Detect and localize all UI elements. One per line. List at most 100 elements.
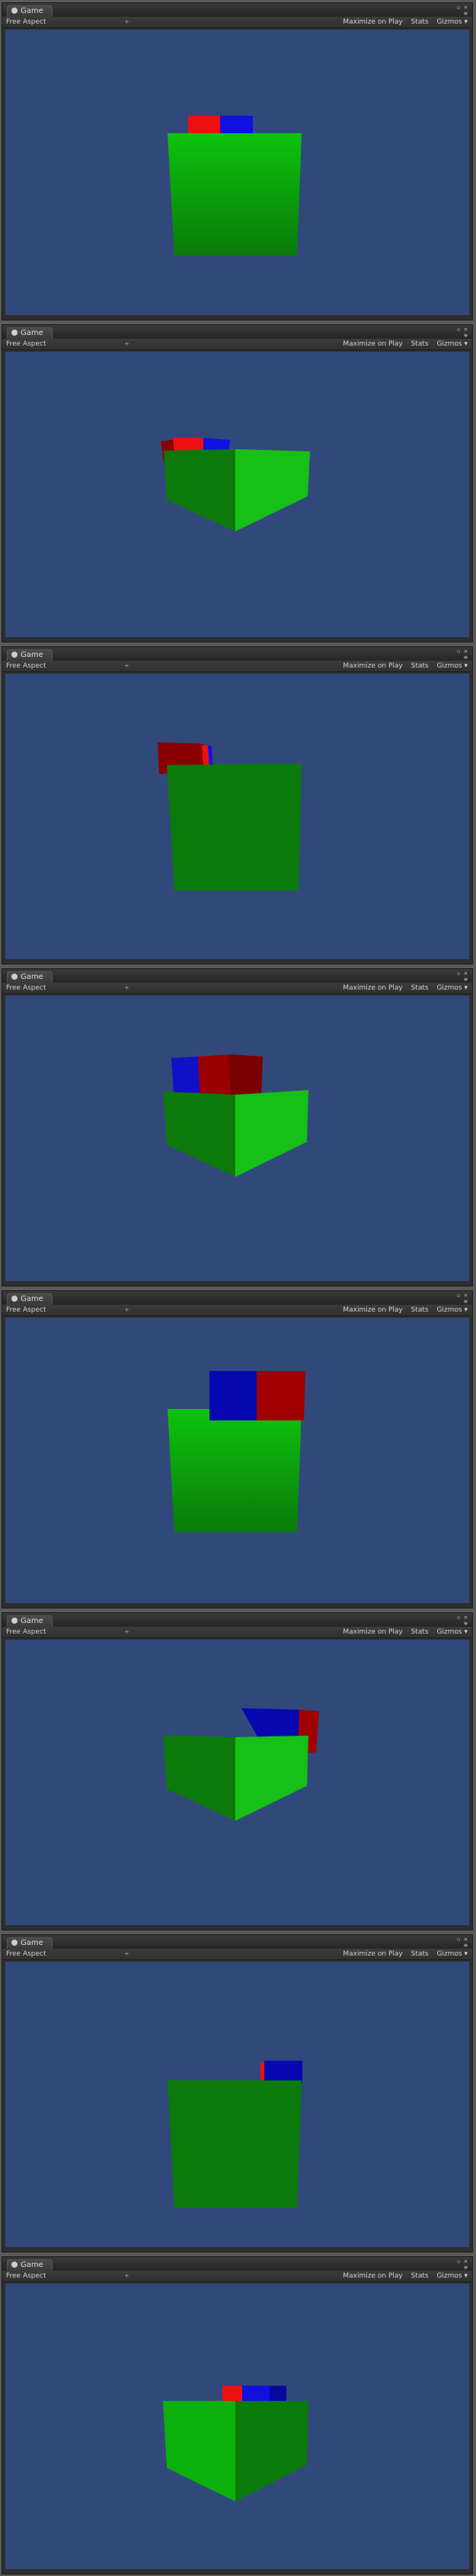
red-block (260, 2062, 264, 2082)
game-toolbar: Free Aspect ÷ Maximize on Play Stats Giz… (2, 661, 472, 672)
aspect-dropdown[interactable]: Free Aspect (6, 2271, 46, 2281)
window-menu-icon[interactable]: ▫ ✕ ≡ (457, 1293, 468, 1305)
maximize-on-play-button[interactable]: Maximize on Play (343, 2272, 402, 2280)
game-view-panel: Game ▫ ✕ ≡ Free Aspect ÷ Maximize on Play… (2, 1612, 473, 1930)
blue-block (209, 1371, 257, 1420)
maximize-on-play-button[interactable]: Maximize on Play (343, 1306, 402, 1314)
tab-game[interactable]: Game (7, 971, 53, 983)
green-cube (168, 1409, 302, 1532)
window-menu-icon[interactable]: ▫ ✕ ≡ (457, 1937, 468, 1949)
window-menu-icon[interactable]: ▫ ✕ ≡ (457, 5, 468, 17)
stats-button[interactable]: Stats (411, 984, 429, 992)
maximize-on-play-button[interactable]: Maximize on Play (343, 18, 402, 26)
window-menu-icon[interactable]: ▫ ✕ ≡ (457, 649, 468, 661)
game-icon (11, 1940, 18, 1946)
aspect-dropdown-arrow-icon[interactable]: ÷ (124, 17, 129, 27)
scene-render (163, 2386, 308, 2501)
game-view-panel: Game ▫ ✕ ≡ Free Aspect ÷ Maximize on Play… (2, 2256, 473, 2574)
tab-bar: Game ▫ ✕ ≡ (2, 2257, 472, 2271)
stats-button[interactable]: Stats (411, 18, 429, 26)
aspect-dropdown[interactable]: Free Aspect (6, 1949, 46, 1959)
window-menu-icon[interactable]: ▫ ✕ ≡ (457, 1615, 468, 1627)
tab-label: Game (21, 1295, 43, 1303)
gizmos-dropdown[interactable]: Gizmos ▾ (436, 1306, 468, 1314)
game-viewport[interactable] (5, 1640, 469, 1925)
game-viewport[interactable] (5, 1962, 469, 2247)
aspect-dropdown[interactable]: Free Aspect (6, 1627, 46, 1637)
gizmos-dropdown[interactable]: Gizmos ▾ (436, 340, 468, 348)
stats-button[interactable]: Stats (411, 1306, 429, 1314)
gizmos-dropdown[interactable]: Gizmos ▾ (436, 662, 468, 670)
aspect-dropdown-arrow-icon[interactable]: ÷ (124, 1949, 129, 1959)
red-block (222, 2386, 242, 2402)
aspect-dropdown[interactable]: Free Aspect (6, 661, 46, 671)
game-viewport[interactable] (5, 352, 469, 637)
game-icon (11, 330, 18, 336)
game-viewport[interactable] (5, 996, 469, 1281)
tab-label: Game (21, 329, 43, 337)
blue-block (220, 116, 253, 133)
tab-game[interactable]: Game (7, 649, 53, 661)
stats-button[interactable]: Stats (411, 1950, 429, 1958)
maximize-on-play-button[interactable]: Maximize on Play (343, 340, 402, 348)
gizmos-dropdown[interactable]: Gizmos ▾ (436, 984, 468, 992)
game-viewport[interactable] (5, 1318, 469, 1603)
aspect-dropdown-arrow-icon[interactable]: ÷ (124, 661, 129, 671)
scene-render (168, 1371, 305, 1532)
gizmos-dropdown[interactable]: Gizmos ▾ (436, 1628, 468, 1636)
game-icon (11, 1296, 18, 1302)
game-icon (11, 652, 18, 658)
tab-bar: Game ▫ ✕ ≡ (2, 969, 472, 983)
green-cube-right-face (235, 1736, 308, 1821)
scene-render (163, 1708, 319, 1821)
green-cube (167, 764, 302, 891)
tab-label: Game (21, 1617, 43, 1625)
game-view-panel: Game ▫ ✕ ≡ Free Aspect ÷ Maximize on Play… (2, 1934, 473, 2252)
stats-button[interactable]: Stats (411, 2272, 429, 2280)
tab-game[interactable]: Game (7, 1615, 53, 1627)
stats-button[interactable]: Stats (411, 340, 429, 348)
tab-game[interactable]: Game (7, 2259, 53, 2271)
aspect-dropdown-arrow-icon[interactable]: ÷ (124, 1627, 129, 1637)
green-cube-left-face (163, 1092, 235, 1177)
aspect-dropdown[interactable]: Free Aspect (6, 339, 46, 349)
green-cube-right-face (235, 2401, 308, 2501)
aspect-dropdown-arrow-icon[interactable]: ÷ (124, 983, 129, 993)
stats-button[interactable]: Stats (411, 662, 429, 670)
maximize-on-play-button[interactable]: Maximize on Play (343, 984, 402, 992)
maximize-on-play-button[interactable]: Maximize on Play (343, 662, 402, 670)
game-viewport[interactable] (5, 30, 469, 315)
tab-bar: Game ▫ ✕ ≡ (2, 647, 472, 661)
game-viewport[interactable] (5, 674, 469, 959)
maximize-on-play-button[interactable]: Maximize on Play (343, 1950, 402, 1958)
aspect-dropdown-arrow-icon[interactable]: ÷ (124, 1305, 129, 1315)
game-toolbar: Free Aspect ÷ Maximize on Play Stats Giz… (2, 17, 472, 28)
tab-label: Game (21, 7, 43, 15)
game-viewport[interactable] (5, 2284, 469, 2569)
maximize-on-play-button[interactable]: Maximize on Play (343, 1628, 402, 1636)
aspect-dropdown-arrow-icon[interactable]: ÷ (124, 339, 129, 349)
game-toolbar: Free Aspect ÷ Maximize on Play Stats Giz… (2, 339, 472, 350)
game-view-panel: Game ▫ ✕ ≡ Free Aspect ÷ Maximize on Play… (2, 1290, 473, 1608)
aspect-dropdown[interactable]: Free Aspect (6, 1305, 46, 1315)
gizmos-dropdown[interactable]: Gizmos ▾ (436, 18, 468, 26)
game-view-panel: Game ▫ ✕ ≡ Free Aspect ÷ Maximize on Play… (2, 324, 473, 642)
window-menu-icon[interactable]: ▫ ✕ ≡ (457, 327, 468, 339)
aspect-dropdown-arrow-icon[interactable]: ÷ (124, 2271, 129, 2281)
blue-block (242, 2386, 270, 2402)
gizmos-dropdown[interactable]: Gizmos ▾ (436, 2272, 468, 2280)
aspect-dropdown[interactable]: Free Aspect (6, 983, 46, 993)
tab-game[interactable]: Game (7, 1293, 53, 1305)
stats-button[interactable]: Stats (411, 1628, 429, 1636)
tab-game[interactable]: Game (7, 327, 53, 339)
green-cube-right-face (235, 449, 310, 531)
tab-game[interactable]: Game (7, 1937, 53, 1949)
game-view-panel: Game ▫ ✕ ≡ Free Aspect ÷ Maximize on Play… (2, 646, 473, 964)
gizmos-dropdown[interactable]: Gizmos ▾ (436, 1950, 468, 1958)
window-menu-icon[interactable]: ▫ ✕ ≡ (457, 2259, 468, 2271)
tab-game[interactable]: Game (7, 5, 53, 17)
aspect-dropdown[interactable]: Free Aspect (6, 17, 46, 27)
window-menu-icon[interactable]: ▫ ✕ ≡ (457, 971, 468, 983)
red-block (257, 1371, 305, 1420)
scene-render (158, 742, 302, 891)
